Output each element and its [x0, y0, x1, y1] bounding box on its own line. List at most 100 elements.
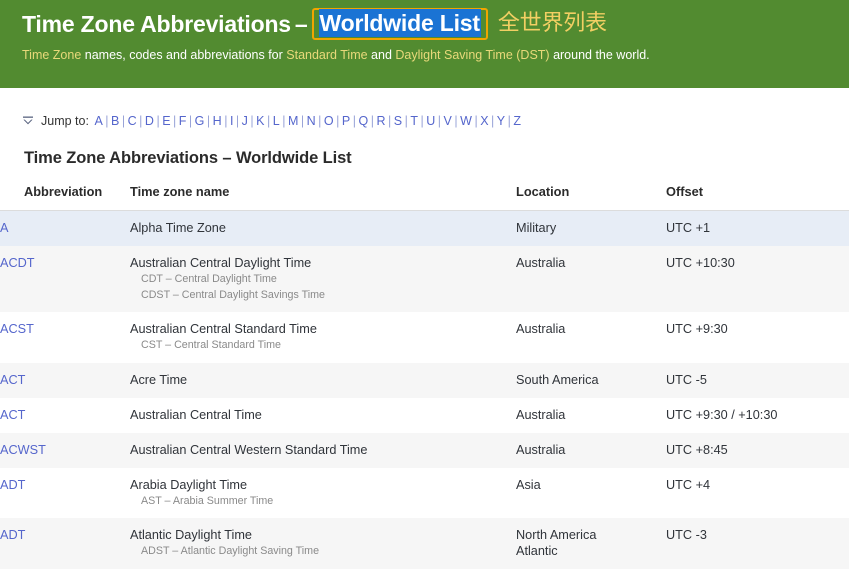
jump-to-letter-d[interactable]: D: [143, 114, 155, 128]
table-row[interactable]: ACDT Australian Central Daylight Time CDT …: [0, 246, 849, 312]
abbreviation-link[interactable]: ACDT: [0, 256, 35, 270]
jump-to-letter-p[interactable]: P: [340, 114, 351, 128]
jump-to-letter-v[interactable]: V: [442, 114, 453, 128]
cell-offset: UTC +9:30: [666, 312, 849, 363]
abbreviation-link[interactable]: ACT: [0, 408, 25, 422]
page-title-selected-text[interactable]: Worldwide List: [319, 9, 481, 37]
timezone-alias: CST – Central Standard Time: [130, 338, 510, 353]
timezone-alias: CDT – Central Daylight Time: [130, 272, 510, 287]
jump-to-letter-n[interactable]: N: [305, 114, 317, 128]
abbreviation-link[interactable]: A: [0, 221, 8, 235]
jump-to-bar: Jump to: A|B|C|D|E|F|G|H|I|J|K|L|M|N|O|P…: [0, 88, 849, 128]
jump-to-letter-w[interactable]: W: [459, 114, 474, 128]
table-row[interactable]: ADTAtlantic Daylight TimeADST – Atlantic…: [0, 518, 849, 569]
jump-to-letter-a[interactable]: A: [93, 114, 104, 128]
subtitle-text-2: and: [368, 48, 396, 62]
jump-to-letter-h[interactable]: H: [211, 114, 223, 128]
cell-abbreviation: ACWST: [0, 433, 130, 468]
jump-to-separator: |: [104, 114, 109, 128]
timezone-name-text: Australian Central Daylight Time: [130, 256, 311, 270]
jump-to-letter-s[interactable]: S: [392, 114, 403, 128]
cell-abbreviation: ACT: [0, 363, 130, 398]
abbreviation-link[interactable]: ACST: [0, 322, 34, 336]
cell-location: Asia: [516, 468, 666, 519]
location-text: South America: [516, 373, 599, 387]
cell-timezone-name: Australian Central Standard TimeCST – Ce…: [130, 312, 516, 363]
cell-offset: UTC +1: [666, 211, 849, 247]
subtitle-text-3: around the world.: [550, 48, 650, 62]
jump-to-letters: A|B|C|D|E|F|G|H|I|J|K|L|M|N|O|P|Q|R|S|T|…: [93, 114, 523, 128]
timezone-name-text: Atlantic Daylight Time: [130, 528, 252, 542]
jump-to-separator: |: [453, 114, 458, 128]
jump-down-icon[interactable]: [22, 115, 34, 127]
location-text: Australia: [516, 408, 565, 422]
cell-offset: UTC -5: [666, 363, 849, 398]
jump-to-letter-y[interactable]: Y: [495, 114, 506, 128]
cell-offset: UTC +9:30 / +10:30: [666, 398, 849, 433]
abbreviation-link[interactable]: ACWST: [0, 443, 46, 457]
column-header-offset[interactable]: Offset: [666, 184, 849, 211]
jump-to-letter-m[interactable]: M: [286, 114, 299, 128]
jump-to-letter-i[interactable]: I: [228, 114, 234, 128]
jump-to-letter-t[interactable]: T: [409, 114, 420, 128]
cell-offset: UTC +4: [666, 468, 849, 519]
column-header-location[interactable]: Location: [516, 184, 666, 211]
jump-to-letter-q[interactable]: Q: [357, 114, 370, 128]
table-row[interactable]: ACST Australian Central Standard TimeCST …: [0, 312, 849, 363]
section-title: Time Zone Abbreviations – Worldwide List: [24, 149, 849, 168]
table-header-row: Abbreviation Time zone name Location Off…: [0, 184, 849, 211]
jump-to-letter-z[interactable]: Z: [512, 114, 523, 128]
jump-to-letter-b[interactable]: B: [110, 114, 121, 128]
page-title-chinese: 全世界列表: [498, 9, 607, 39]
cell-abbreviation: ACST: [0, 312, 130, 363]
cell-location: Australia: [516, 246, 666, 312]
jump-to-separator: |: [249, 114, 254, 128]
location-text: Asia: [516, 478, 541, 492]
table-row[interactable]: ACT Australian Central Time Australia UTC +…: [0, 398, 849, 433]
jump-to-letter-l[interactable]: L: [271, 114, 281, 128]
cell-timezone-name: Australian Central Time: [130, 398, 516, 433]
cell-location: South America: [516, 363, 666, 398]
jump-to-letter-f[interactable]: F: [177, 114, 188, 128]
cell-abbreviation: ADT: [0, 518, 130, 569]
location-subtext: Atlantic: [516, 543, 660, 559]
timezone-name-text: Australian Central Western Standard Time: [130, 443, 367, 457]
cell-timezone-name: Arabia Daylight TimeAST – Arabia Summer …: [130, 468, 516, 519]
column-header-timezone-name[interactable]: Time zone name: [130, 184, 516, 211]
cell-offset: UTC +8:45: [666, 433, 849, 468]
subtitle-link-standard-time[interactable]: Standard Time: [286, 48, 367, 62]
subtitle-link-time-zone[interactable]: Time Zone: [22, 48, 81, 62]
abbreviation-link[interactable]: ADT: [0, 528, 25, 542]
location-text: Australia: [516, 322, 565, 336]
jump-to-letter-x[interactable]: X: [479, 114, 490, 128]
page-title: Time Zone Abbreviations – Worldwide List…: [22, 8, 849, 40]
cell-abbreviation: ACT: [0, 398, 130, 433]
timezone-abbreviations-table: Abbreviation Time zone name Location Off…: [0, 184, 849, 569]
timezone-alias: CDST – Central Daylight Savings Time: [130, 288, 510, 303]
cell-abbreviation: A: [0, 211, 130, 247]
jump-to-letter-k[interactable]: K: [255, 114, 266, 128]
column-header-abbreviation[interactable]: Abbreviation: [0, 184, 130, 211]
jump-to-separator: |: [420, 114, 425, 128]
table-body: AAlpha Time ZoneMilitaryUTC +1 ACDT Austra…: [0, 211, 849, 569]
jump-to-letter-u[interactable]: U: [425, 114, 437, 128]
page-title-dash: –: [291, 9, 310, 39]
table-row[interactable]: ADT Arabia Daylight TimeAST – Arabia Summ…: [0, 468, 849, 519]
jump-to-letter-c[interactable]: C: [126, 114, 138, 128]
abbreviation-link[interactable]: ADT: [0, 478, 25, 492]
jump-to-letter-r[interactable]: R: [375, 114, 387, 128]
abbreviation-link[interactable]: ACT: [0, 373, 25, 387]
table-row[interactable]: AAlpha Time ZoneMilitaryUTC +1: [0, 211, 849, 247]
location-text: Australia: [516, 443, 565, 457]
subtitle-link-dst[interactable]: Daylight Saving Time (DST): [395, 48, 549, 62]
timezone-name-text: Australian Central Time: [130, 408, 262, 422]
cell-offset: UTC -3: [666, 518, 849, 569]
table-row[interactable]: ACWST Australian Central Western Standard…: [0, 433, 849, 468]
jump-to-letter-e[interactable]: E: [161, 114, 172, 128]
cell-timezone-name: Australian Central Western Standard Time: [130, 433, 516, 468]
jump-to-separator: |: [155, 114, 160, 128]
jump-to-letter-o[interactable]: O: [322, 114, 335, 128]
jump-to-letter-g[interactable]: G: [193, 114, 206, 128]
table-row[interactable]: ACTAcre TimeSouth AmericaUTC -5: [0, 363, 849, 398]
page-masthead: Time Zone Abbreviations – Worldwide List…: [0, 0, 849, 88]
